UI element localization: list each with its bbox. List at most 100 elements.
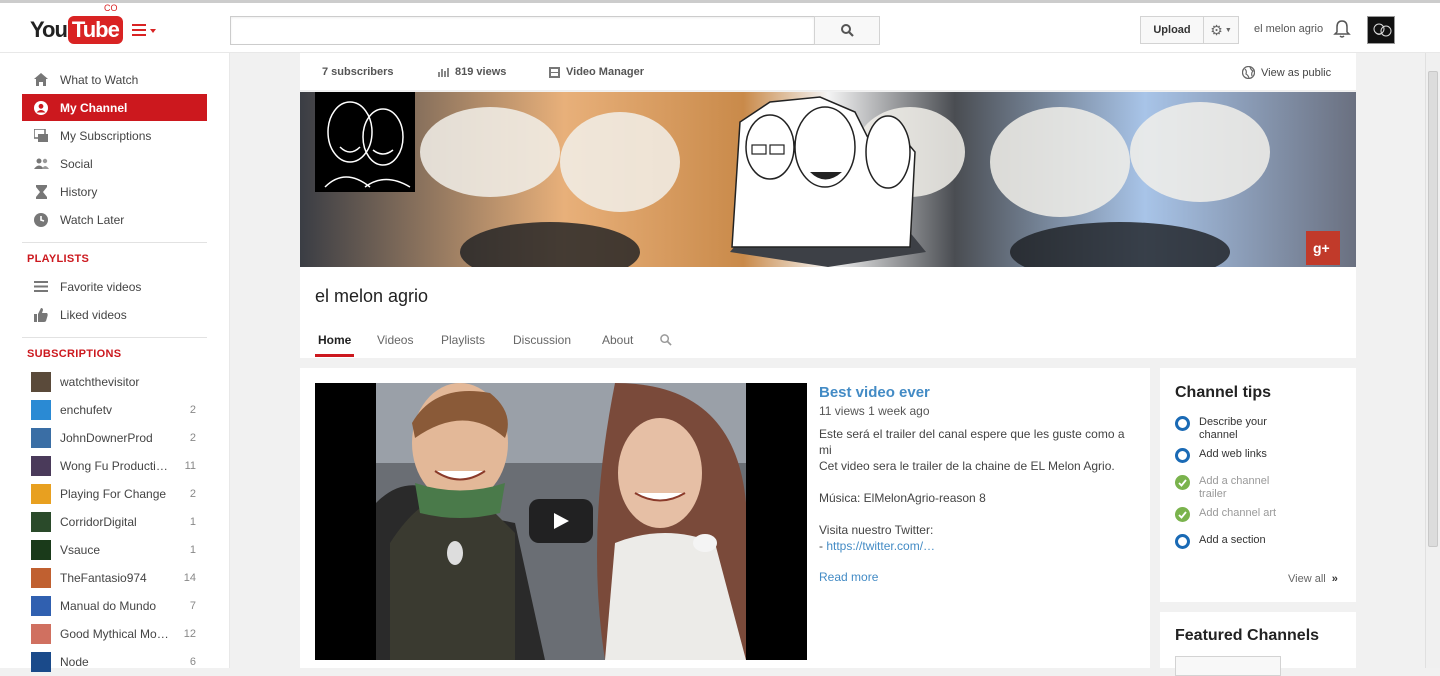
subscription-item[interactable]: enchufetv 2 xyxy=(22,396,207,423)
subscription-item[interactable]: Good Mythical Mo… 12 xyxy=(22,620,207,647)
banner-art: g+ xyxy=(300,92,1356,267)
new-video-count: 11 xyxy=(184,459,196,472)
chevron-down-icon xyxy=(150,29,156,33)
clock-icon xyxy=(33,212,49,228)
new-video-count: 2 xyxy=(189,487,196,500)
nav-watch-later[interactable]: Watch Later xyxy=(22,206,207,233)
subscription-item[interactable]: Wong Fu Producti… 11 xyxy=(22,452,207,479)
view-all-text: View all xyxy=(1288,573,1326,585)
channel-tips-title: Channel tips xyxy=(1175,384,1272,401)
subscription-label: Vsauce xyxy=(60,542,101,557)
nav-social[interactable]: Social xyxy=(22,150,207,177)
add-channel-button[interactable] xyxy=(1175,656,1281,676)
username[interactable]: el melon agrio xyxy=(1254,23,1323,35)
subscription-item[interactable]: Manual do Mundo 7 xyxy=(22,592,207,619)
subscription-label: enchufetv xyxy=(60,402,113,417)
logo-you-text: You xyxy=(30,17,68,42)
new-video-count: 14 xyxy=(183,571,196,584)
nav-my-subscriptions[interactable]: My Subscriptions xyxy=(22,122,207,149)
tip-add-web-links[interactable]: Add web links xyxy=(1175,448,1345,463)
featured-channels-title: Featured Channels xyxy=(1175,627,1320,644)
channel-thumbnail-icon xyxy=(31,371,51,392)
read-more-link[interactable]: Read more xyxy=(819,570,878,584)
search-input[interactable] xyxy=(230,16,815,45)
tab-playlists[interactable]: Playlists xyxy=(441,333,485,347)
tip-add-channel-art[interactable]: Add channel art xyxy=(1175,507,1345,522)
nav-label: Liked videos xyxy=(60,307,127,322)
channel-thumbnail-icon xyxy=(31,483,51,504)
gear-icon: ⚙ xyxy=(1210,21,1223,38)
tip-add-channel-trailer[interactable]: Add a channel trailer xyxy=(1175,475,1345,501)
subscription-item[interactable]: Node 6 xyxy=(22,648,207,675)
channel-thumbnail-icon xyxy=(31,651,51,672)
subscription-label: TheFantasio974 xyxy=(60,570,147,585)
channel-title: el melon agrio xyxy=(315,286,429,306)
page-scrollbar[interactable] xyxy=(1425,53,1440,668)
incomplete-icon xyxy=(1175,534,1190,549)
video-manager-link[interactable]: Video Manager xyxy=(549,66,644,78)
new-video-count: 7 xyxy=(189,599,196,612)
bell-icon[interactable] xyxy=(1333,19,1351,39)
guide-menu-button[interactable] xyxy=(132,24,158,38)
channel-thumbnail-icon xyxy=(31,539,51,560)
search-button[interactable] xyxy=(814,16,880,45)
tab-discussion[interactable]: Discussion xyxy=(513,333,571,347)
tab-about[interactable]: About xyxy=(602,333,633,347)
subscription-item[interactable]: CorridorDigital 1 xyxy=(22,508,207,535)
bar-chart-icon xyxy=(438,67,449,77)
subscription-item[interactable]: TheFantasio974 14 xyxy=(22,564,207,591)
nav-my-channel[interactable]: My Channel xyxy=(22,94,207,121)
tip-describe-channel[interactable]: Describe your channel xyxy=(1175,416,1345,442)
search-icon xyxy=(840,24,854,37)
new-video-count: 1 xyxy=(189,543,196,556)
view-as-public-link[interactable]: View as public xyxy=(1242,66,1331,79)
subscriptions-heading[interactable]: SUBSCRIPTIONS xyxy=(27,348,121,360)
new-video-count: 2 xyxy=(189,431,196,444)
new-video-count: 1 xyxy=(189,515,196,528)
tab-home[interactable]: Home xyxy=(318,333,351,347)
video-player[interactable] xyxy=(315,383,807,660)
svg-text:g+: g+ xyxy=(1313,240,1330,256)
view-count-text: 819 views xyxy=(455,66,507,78)
settings-button[interactable]: ⚙ ▼ xyxy=(1203,16,1239,44)
youtube-logo[interactable]: You Tube xyxy=(30,15,123,45)
nav-label: History xyxy=(60,184,98,199)
channel-thumbnail-icon xyxy=(31,427,51,448)
tip-label: Add channel art xyxy=(1199,507,1277,519)
nav-liked-videos[interactable]: Liked videos xyxy=(22,301,207,328)
channel-avatar[interactable] xyxy=(315,92,415,192)
subscription-label: Node xyxy=(60,654,89,669)
channel-thumbnail-icon xyxy=(31,567,51,588)
search-icon[interactable] xyxy=(660,334,672,346)
nav-favorite-videos[interactable]: Favorite videos xyxy=(22,273,207,300)
upload-button[interactable]: Upload xyxy=(1140,16,1204,44)
nav-history[interactable]: History xyxy=(22,178,207,205)
incomplete-icon xyxy=(1175,416,1190,431)
channel-thumbnail-icon xyxy=(31,595,51,616)
video-title-link[interactable]: Best video ever xyxy=(819,384,930,401)
nav-what-to-watch[interactable]: What to Watch xyxy=(22,66,207,93)
play-button[interactable] xyxy=(529,499,593,543)
featured-channels-card: Featured Channels xyxy=(1160,612,1356,676)
avatar[interactable] xyxy=(1367,16,1395,44)
new-video-count: 6 xyxy=(189,655,196,668)
view-as-public-text: View as public xyxy=(1261,66,1332,79)
tab-videos[interactable]: Videos xyxy=(377,333,413,347)
scrollbar-thumb[interactable] xyxy=(1428,71,1438,547)
playlists-heading[interactable]: PLAYLISTS xyxy=(27,253,89,265)
channel-thumbnail-icon xyxy=(31,455,51,476)
logo-region: CO xyxy=(104,3,118,13)
logo-tube-text: Tube xyxy=(67,16,123,44)
tip-add-section[interactable]: Add a section xyxy=(1175,534,1345,549)
view-all-link[interactable]: View all » xyxy=(1288,573,1338,585)
twitter-link[interactable]: https://twitter.com/… xyxy=(826,539,935,553)
subscription-item[interactable]: Playing For Change 2 xyxy=(22,480,207,507)
subscription-label: JohnDownerProd xyxy=(60,430,153,445)
nav-label: Favorite videos xyxy=(60,279,142,294)
subscription-item[interactable]: JohnDownerProd 2 xyxy=(22,424,207,451)
subscription-item[interactable]: Vsauce 1 xyxy=(22,536,207,563)
nav-label: My Subscriptions xyxy=(60,128,152,143)
new-video-count: 12 xyxy=(183,627,196,640)
channel-trailer-card: Best video ever 11 views 1 week ago Este… xyxy=(300,368,1150,668)
subscription-item[interactable]: watchthevisitor xyxy=(22,368,207,395)
